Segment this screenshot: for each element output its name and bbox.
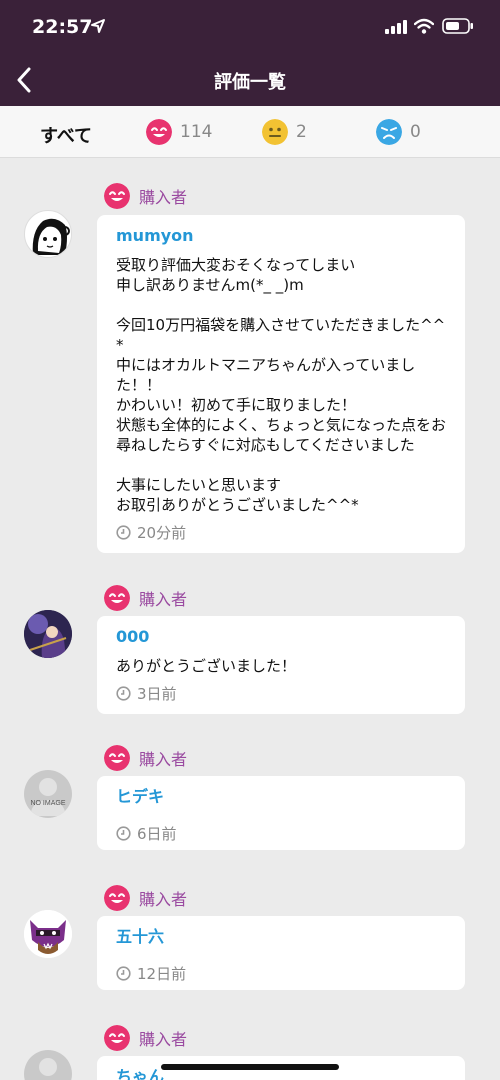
review-time-label: 12日前 <box>137 964 187 983</box>
clock-icon <box>116 825 131 841</box>
good-face-icon <box>104 885 130 911</box>
review-time-label: 20分前 <box>137 523 187 542</box>
avatar[interactable] <box>24 210 72 258</box>
avatar-illustration <box>24 910 72 958</box>
review-time: 12日前 <box>116 962 447 984</box>
no-image-avatar <box>30 778 66 816</box>
reviewer-name[interactable]: 000 <box>116 626 447 648</box>
clock-icon <box>116 685 131 701</box>
avatar-illustration <box>24 610 72 658</box>
review-card: 000 ありがとうございました！ 3日前 <box>97 616 465 714</box>
buyer-badge: 購入者 <box>104 884 187 912</box>
no-image-label: NO IMAGE <box>30 800 66 807</box>
badge-label: 購入者 <box>139 1030 188 1049</box>
review-comment: 受取り評価大変おそくなってしまい 申し訳ありませんm(*_ _)m 今回10万円… <box>116 256 447 514</box>
filter-normal-tab[interactable]: 2 <box>262 118 307 146</box>
buyer-badge: 購入者 <box>104 182 187 210</box>
location-arrow-icon <box>91 19 105 33</box>
signal-icon <box>385 20 407 34</box>
avatar[interactable]: NO IMAGE <box>24 770 72 818</box>
bad-count: 0 <box>410 122 421 142</box>
badge-label: 購入者 <box>139 188 188 207</box>
clock-icon <box>116 524 131 540</box>
badge-label: 購入者 <box>139 750 188 769</box>
good-face-icon <box>104 585 130 611</box>
review-card: ヒデキ 6日前 <box>97 776 465 850</box>
page-title: 評価一覧 <box>214 72 286 93</box>
no-image-avatar <box>39 1058 57 1076</box>
reviewer-name[interactable]: ヒデキ <box>116 786 447 808</box>
filter-all-tab[interactable]: すべて <box>40 122 92 148</box>
battery-icon <box>442 18 473 34</box>
home-indicator[interactable] <box>161 1064 339 1070</box>
rating-filter-bar: すべて 114 2 0 <box>0 106 500 158</box>
good-face-icon <box>146 119 172 145</box>
buyer-badge: 購入者 <box>104 744 187 772</box>
review-card: mumyon 受取り評価大変おそくなってしまい 申し訳ありませんm(*_ _)m… <box>97 215 465 553</box>
nav-bar: 評価一覧 <box>0 54 500 106</box>
avatar[interactable] <box>24 1050 72 1080</box>
badge-label: 購入者 <box>139 590 188 609</box>
app-header: 22:57 評価一覧 <box>0 0 500 106</box>
clock-icon <box>116 965 131 981</box>
normal-count: 2 <box>296 122 307 142</box>
reviewer-name[interactable]: 五十六 <box>116 926 447 948</box>
good-face-icon <box>104 1025 130 1051</box>
buyer-badge: 購入者 <box>104 584 187 612</box>
good-face-icon <box>104 183 130 209</box>
sad-face-icon <box>376 119 402 145</box>
review-time: 6日前 <box>116 822 447 844</box>
filter-bad-tab[interactable]: 0 <box>376 118 421 146</box>
review-card: 五十六 12日前 <box>97 916 465 990</box>
reviewer-name[interactable]: mumyon <box>116 225 447 247</box>
avatar[interactable] <box>24 910 72 958</box>
buyer-badge: 購入者 <box>104 1024 187 1052</box>
review-time-label: 3日前 <box>137 684 177 703</box>
good-count: 114 <box>180 122 213 142</box>
status-bar: 22:57 <box>0 0 500 54</box>
review-time-label: 6日前 <box>137 824 177 843</box>
neutral-face-icon <box>262 119 288 145</box>
review-time: 3日前 <box>116 682 447 704</box>
badge-label: 購入者 <box>139 890 188 909</box>
review-time: 20分前 <box>116 521 447 543</box>
review-item: 購入者 ちゃん <box>0 1024 500 1080</box>
status-time: 22:57 <box>32 16 93 38</box>
review-comment: ありがとうございました！ <box>116 657 297 675</box>
good-face-icon <box>104 745 130 771</box>
filter-good-tab[interactable]: 114 <box>146 118 212 146</box>
wifi-icon <box>414 18 434 34</box>
avatar[interactable] <box>24 610 72 658</box>
avatar-illustration <box>32 218 70 255</box>
